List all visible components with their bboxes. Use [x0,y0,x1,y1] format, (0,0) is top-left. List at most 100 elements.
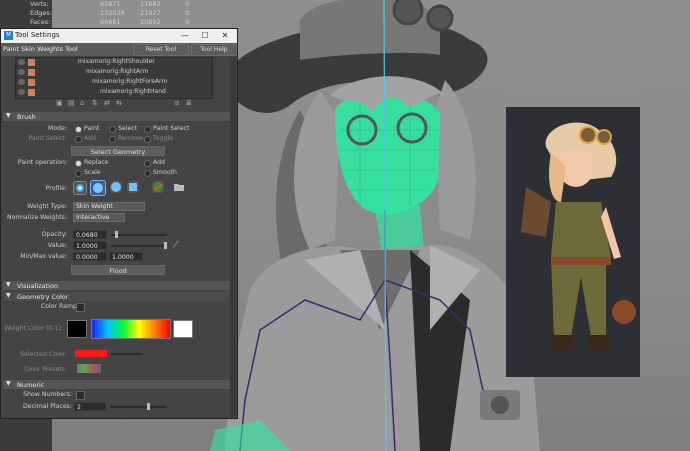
paint-select-label: Paint Select: [28,135,67,142]
weight-color-ramp[interactable] [91,319,171,339]
selected-color-slider[interactable] [111,353,143,355]
collapse-arrow-icon: ▼ [6,281,11,288]
window-title: Tool Settings [15,31,60,39]
mode-paint-radio[interactable] [75,126,82,133]
weight-type-dropdown[interactable]: Skin Weight [73,202,145,211]
numeric-section-header[interactable]: ▼ Numeric [3,380,235,389]
eye-icon[interactable] [18,69,25,75]
lock-icon[interactable]: ⌂ [80,99,88,107]
color-presets-swatches[interactable] [77,364,101,373]
close-button[interactable]: ✕ [219,30,231,42]
decimal-places-slider[interactable] [111,406,167,408]
influence-toolbar: ▣ ▤ ⌂ ⇅ ⇄ ⇆ ≡ ≣ [56,99,196,109]
expand-list-icon[interactable]: ≡ [174,99,182,107]
decimal-places-field[interactable]: 2 [74,402,106,411]
mode-label: Mode: [48,125,67,132]
opacity-slider[interactable] [111,234,167,236]
paint-select-add-radio[interactable] [75,136,82,143]
sort-icon[interactable]: ⇅ [92,99,100,107]
decimal-places-label: Decimal Places: [23,403,72,410]
window-titlebar[interactable]: M Tool Settings — ☐ ✕ [1,29,237,43]
tool-settings-window[interactable]: M Tool Settings — ☐ ✕ Paint Skin Weights… [0,28,238,419]
paste-weights-icon[interactable]: ▤ [68,99,76,107]
min-max-label: Min/Max value: [20,253,67,260]
op-add-radio[interactable] [144,160,151,167]
value-slider-handle[interactable] [164,242,167,249]
show-numbers-label: Show Numbers: [23,391,72,398]
mode-select-radio[interactable] [109,126,116,133]
tool-name: Paint Skin Weights Tool [3,45,78,53]
profile-label: Profile: [45,185,67,192]
color-ramp-label: Color Ramp: [40,303,79,310]
scrollbar[interactable] [230,57,236,417]
mode-paint-select-radio[interactable] [144,126,151,133]
color-swatch [28,59,35,66]
flip-icon[interactable]: ⇄ [104,99,112,107]
minimize-button[interactable]: — [179,30,191,42]
weight-color-max-swatch[interactable] [173,320,193,338]
opacity-label: Opacity: [41,231,67,238]
selected-color-label: Selected Color: [20,351,67,358]
eye-icon[interactable] [18,79,25,85]
solid-brush-icon[interactable] [110,181,122,193]
paint-select-remove-radio[interactable] [109,136,116,143]
maximize-button[interactable]: ☐ [199,30,211,42]
color-swatch [28,79,35,86]
influence-list[interactable]: mixamorig:RightShoulder mixamorig:RightA… [15,57,213,99]
visualization-section-header[interactable]: ▼ Visualization [3,281,235,290]
image-brush-icon[interactable] [152,181,164,193]
reference-character-illustration [506,107,640,377]
normalize-weights-label: Normalize Weights: [7,214,67,221]
collapse-arrow-icon: ▼ [6,380,11,387]
geometry-color-section-header[interactable]: ▼ Geometry Color [3,292,235,301]
color-ramp-checkbox[interactable] [76,303,85,312]
show-numbers-checkbox[interactable] [76,391,85,400]
normalize-weights-dropdown[interactable]: Interactive [73,213,125,222]
reference-image [506,107,640,377]
decimal-places-slider-handle[interactable] [147,403,150,410]
selected-color-swatch[interactable] [75,350,107,357]
color-presets-label: Color Presets: [24,366,67,373]
eye-icon[interactable] [18,59,25,65]
opacity-slider-handle[interactable] [114,231,118,238]
tool-help-button[interactable]: Tool Help [191,44,237,56]
tool-header: Paint Skin Weights Tool Reset Tool Tool … [1,43,237,56]
value-field[interactable]: 1.0000 [73,241,107,250]
op-smooth-radio[interactable] [144,170,151,177]
value-label: Value: [47,242,67,249]
eye-icon[interactable] [18,89,25,95]
square-brush-icon[interactable] [127,181,139,193]
weight-color-min-swatch[interactable] [67,320,87,338]
list-item[interactable]: mixamorig:RightHand [16,88,212,97]
flood-button[interactable]: Flood [71,265,165,275]
list-item[interactable]: mixamorig:RightForeArm [16,78,212,87]
max-value-field[interactable]: 1.0000 [109,252,143,261]
gaussian-brush-icon[interactable] [73,181,87,195]
paint-operation-label: Paint operation: [17,159,67,166]
paint-select-toggle-radio[interactable] [144,136,151,143]
folder-icon[interactable] [173,181,185,193]
color-swatch [28,89,35,96]
eyedropper-icon[interactable]: ⟋ [173,240,179,250]
collapse-arrow-icon: ▼ [6,112,11,119]
collapse-list-icon[interactable]: ≣ [186,99,194,107]
brush-section-header[interactable]: ▼ Brush [3,112,235,121]
reset-tool-button[interactable]: Reset Tool [133,44,189,56]
list-item[interactable]: mixamorig:RightArm [16,68,212,77]
copy-weights-icon[interactable]: ▣ [56,99,64,107]
color-swatch [28,69,35,76]
maya-app-icon: M [4,31,13,40]
opacity-field[interactable]: 0.0680 [73,230,107,239]
value-slider[interactable] [111,245,167,247]
collapse-arrow-icon: ▼ [6,292,11,299]
mirror-icon[interactable]: ⇆ [116,99,124,107]
soft-brush-icon[interactable] [90,180,106,196]
op-replace-radio[interactable] [75,160,82,167]
min-value-field[interactable]: 0.0000 [73,252,107,261]
op-scale-radio[interactable] [75,170,82,177]
heads-up-poly-count: Verts: 65871 11882 0 Edges: 132038 21927… [30,0,190,26]
select-geometry-button[interactable]: Select Geometry [71,146,165,156]
weight-color-label: Weight Color (0-1): [4,325,63,332]
list-item[interactable]: mixamorig:RightShoulder [16,58,212,67]
weight-type-label: Weight Type: [27,203,67,210]
